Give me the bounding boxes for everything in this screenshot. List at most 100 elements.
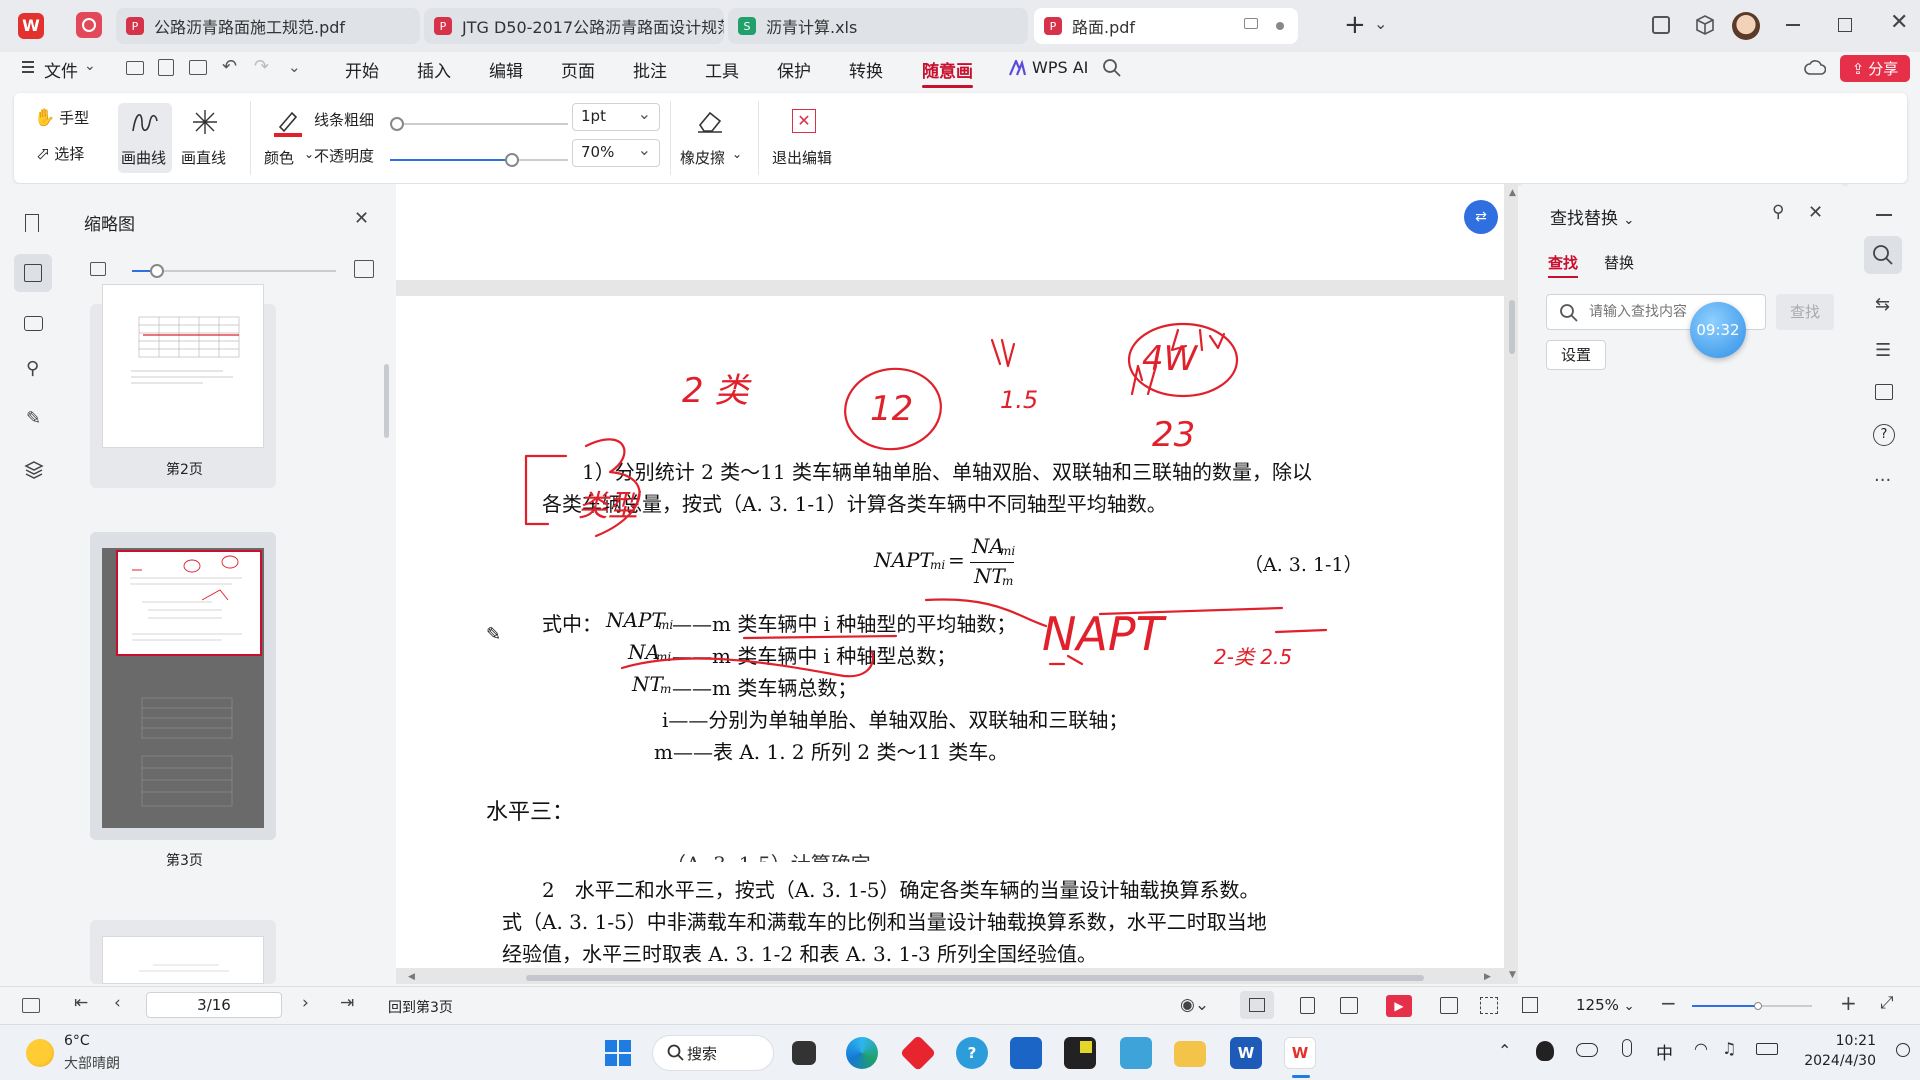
more-chevron-icon[interactable]: ⌄: [288, 58, 301, 76]
thumbnail-page-3[interactable]: 第3页: [90, 532, 276, 869]
menu-freehand[interactable]: 随意画: [922, 57, 973, 88]
eye-icon[interactable]: ◉⌄: [1180, 995, 1209, 1015]
attachment-icon[interactable]: ⚲: [26, 358, 39, 379]
cube-icon[interactable]: [1694, 14, 1716, 36]
word-icon[interactable]: W: [1230, 1037, 1262, 1069]
notification-icon[interactable]: [1896, 1043, 1910, 1057]
fullscreen-icon[interactable]: ⤢: [1880, 993, 1894, 1013]
color-picker[interactable]: 颜色 ⌄: [260, 103, 316, 173]
scrollbar-thumb[interactable]: [1509, 300, 1515, 354]
taskbar-search[interactable]: 搜索: [652, 1035, 774, 1071]
volume-icon[interactable]: ♫: [1722, 1039, 1736, 1058]
menu-protect[interactable]: 保护: [777, 57, 811, 82]
small-image-icon[interactable]: [90, 262, 106, 276]
collapse-icon[interactable]: [1876, 214, 1892, 216]
qq-icon[interactable]: [1536, 1041, 1554, 1061]
menu-annotate[interactable]: 批注: [633, 57, 667, 82]
app-diamond-icon[interactable]: [899, 1034, 937, 1072]
column-view-icon[interactable]: [1440, 997, 1458, 1014]
menu-wps-ai[interactable]: WPS AI: [1032, 58, 1088, 77]
eraser-tool[interactable]: 橡皮擦 ⌄: [678, 103, 742, 173]
avatar[interactable]: [1732, 12, 1760, 40]
onedrive-icon[interactable]: [1576, 1043, 1598, 1057]
menu-insert[interactable]: 插入: [417, 57, 451, 82]
menu-file[interactable]: 文件: [44, 57, 78, 82]
opacity-select[interactable]: 70%: [572, 139, 660, 167]
translate-fab[interactable]: ⇄: [1464, 200, 1498, 234]
unsaved-dot-icon[interactable]: [1276, 22, 1284, 30]
start-icon[interactable]: [604, 1039, 632, 1067]
find-button[interactable]: 查找: [1776, 294, 1834, 330]
fit-page-icon[interactable]: [1480, 997, 1498, 1014]
mic-icon[interactable]: [1622, 1039, 1632, 1057]
adjust-icon[interactable]: ☰: [1875, 340, 1891, 361]
ime-indicator[interactable]: 中: [1656, 1039, 1673, 1064]
thumbnail-page-2[interactable]: 第2页: [90, 284, 276, 488]
thumb-scrollbar[interactable]: [384, 364, 389, 438]
menu-page[interactable]: 页面: [561, 57, 595, 82]
wps-logo[interactable]: W: [18, 13, 44, 39]
play-icon[interactable]: ▶: [1386, 995, 1412, 1017]
comment-icon[interactable]: [24, 316, 43, 331]
store-icon[interactable]: [1010, 1037, 1042, 1069]
chevron-down-icon[interactable]: ⌄: [84, 58, 96, 74]
back-to-page-link[interactable]: 回到第3页: [388, 997, 453, 1017]
help-app-icon[interactable]: ?: [956, 1037, 988, 1069]
settings-button[interactable]: 设置: [1546, 340, 1606, 370]
prev-page-button[interactable]: ‹: [114, 993, 121, 1013]
tab-pdf-2[interactable]: P JTG D50-2017公路沥青路面设计规范: [424, 8, 724, 44]
thumbnail-icon[interactable]: [14, 254, 52, 292]
tray-chevron-icon[interactable]: ⌃: [1498, 1041, 1511, 1060]
double-page-icon[interactable]: [1340, 997, 1358, 1014]
cloud-icon[interactable]: [1804, 58, 1826, 78]
print-icon[interactable]: [189, 60, 207, 75]
task-view-icon[interactable]: [792, 1041, 816, 1065]
zoom-slider[interactable]: [1692, 999, 1812, 1013]
large-image-icon[interactable]: [354, 260, 374, 278]
new-tab-button[interactable]: +: [1344, 10, 1366, 40]
menu-convert[interactable]: 转换: [849, 57, 883, 82]
horizontal-scrollbar[interactable]: ◀ ▶: [396, 972, 1504, 984]
share-button[interactable]: ⇪ 分享: [1840, 55, 1910, 82]
help-icon[interactable]: ?: [1873, 424, 1895, 446]
restore-button[interactable]: [1838, 18, 1852, 32]
zoom-in-button[interactable]: +: [1840, 991, 1857, 1015]
translate-icon[interactable]: ⇆: [1875, 294, 1890, 315]
hand-tool[interactable]: ✋ 手型: [34, 107, 89, 128]
tab-xls[interactable]: S 沥青计算.xls: [728, 8, 1028, 44]
menu-start[interactable]: 开始: [345, 57, 379, 82]
clock-date[interactable]: 2024/4/30: [1796, 1053, 1876, 1069]
draw-curve-tool[interactable]: 画曲线: [118, 103, 172, 173]
slider-knob[interactable]: [390, 117, 404, 131]
last-page-button[interactable]: ⇥: [340, 993, 354, 1013]
minimize-button[interactable]: [1786, 24, 1800, 26]
panel-title[interactable]: 查找替换 ⌄: [1550, 204, 1634, 229]
close-icon[interactable]: ✕: [354, 208, 369, 229]
line-width-slider[interactable]: [390, 117, 568, 131]
reader-icon[interactable]: [1875, 384, 1893, 400]
select-tool[interactable]: ⬀ 选择: [36, 143, 84, 164]
bookmark-icon[interactable]: [25, 214, 39, 232]
vertical-scrollbar[interactable]: ▲ ▼: [1506, 184, 1518, 984]
opacity-slider[interactable]: [390, 153, 568, 167]
thumbnail-page-4[interactable]: [90, 920, 276, 984]
pin-icon[interactable]: ⚲: [1772, 202, 1784, 222]
docs-home-icon[interactable]: [76, 12, 102, 38]
tab-active-pdf[interactable]: P 路面.pdf: [1034, 8, 1298, 44]
notes-icon[interactable]: [1064, 1037, 1096, 1069]
signature-icon[interactable]: ✎: [26, 408, 41, 429]
search-panel-icon[interactable]: [1864, 236, 1902, 274]
zoom-out-button[interactable]: −: [1660, 991, 1677, 1015]
zoom-select[interactable]: 125% ⌄: [1576, 996, 1635, 1014]
clock-time[interactable]: 10:21: [1816, 1033, 1876, 1049]
menu-tools[interactable]: 工具: [705, 57, 739, 82]
next-page-button[interactable]: ›: [302, 993, 309, 1013]
sidebar-toggle-icon[interactable]: [22, 998, 40, 1013]
crop-icon[interactable]: [1522, 997, 1538, 1013]
layout-icon[interactable]: [1652, 16, 1670, 34]
layers-icon[interactable]: [24, 460, 44, 480]
file-explorer-icon[interactable]: [1174, 1041, 1206, 1067]
save-icon[interactable]: [158, 59, 174, 76]
tab-pdf-1[interactable]: P 公路沥青路面施工规范.pdf: [116, 8, 420, 44]
fit-width-icon[interactable]: [1240, 991, 1274, 1019]
